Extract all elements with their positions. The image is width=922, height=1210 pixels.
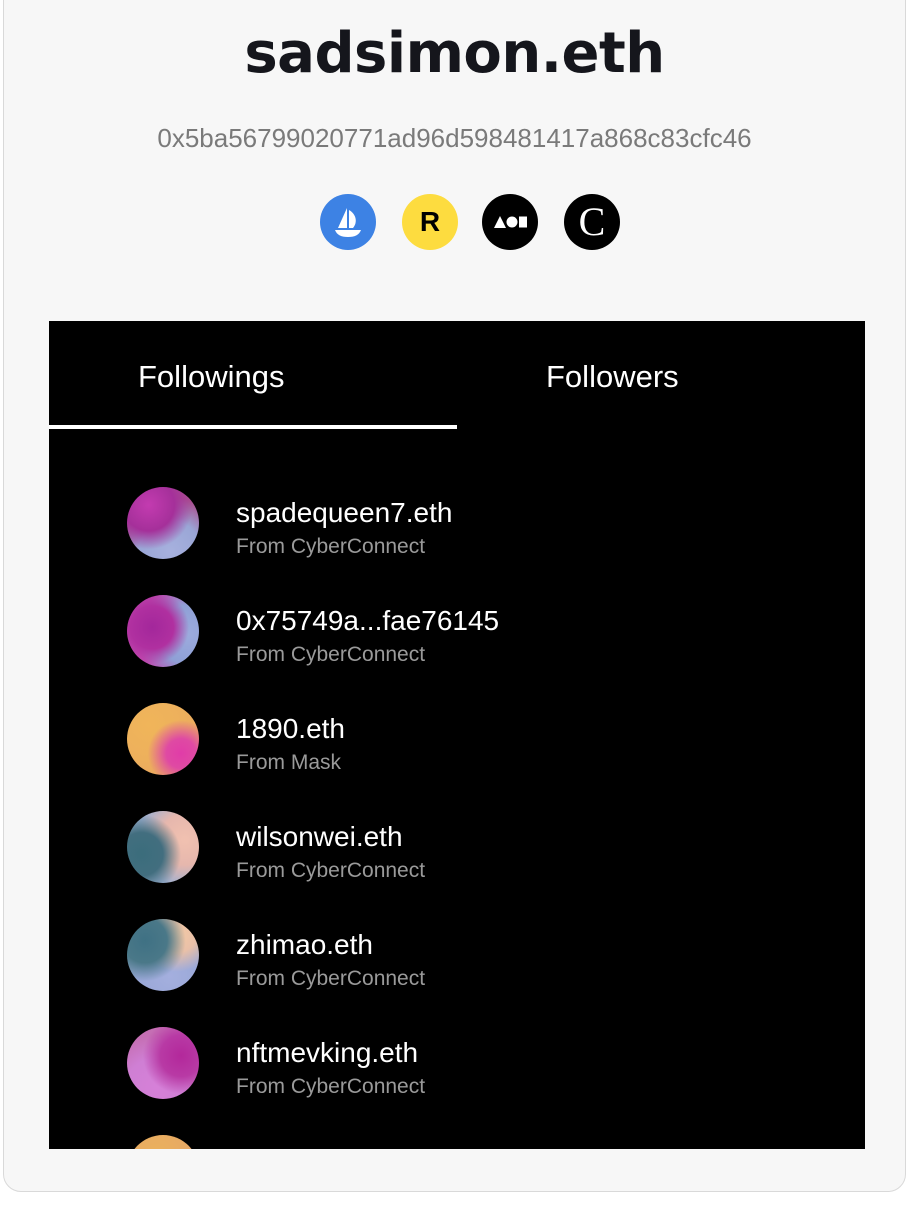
avatar xyxy=(127,1135,199,1149)
user-name: wilsonwei.eth xyxy=(236,821,403,852)
list-item[interactable]: zhimao.eth From CyberConnect xyxy=(49,919,865,1027)
context-glyph: C xyxy=(578,199,606,244)
opensea-icon[interactable] xyxy=(320,194,376,250)
user-name: zhimao.eth xyxy=(236,929,373,960)
tab-followings[interactable]: Followings xyxy=(49,321,457,429)
connections-tabs: Followings Followers xyxy=(49,321,865,429)
social-links: R C xyxy=(4,194,905,252)
user-name: 0x75749a...fae76145 xyxy=(236,605,500,636)
list-item[interactable]: 0x75749a...fae76145 From CyberConnect xyxy=(49,595,865,703)
avatar xyxy=(127,595,199,667)
tab-followers-label: Followers xyxy=(546,359,679,394)
user-name: nftmevking.eth xyxy=(236,1037,419,1068)
avatar xyxy=(127,919,199,991)
user-source: From CyberConnect xyxy=(236,1075,426,1098)
user-name: 1890.eth xyxy=(236,713,345,744)
avatar xyxy=(127,487,199,559)
list-item[interactable]: wilsonwei.eth From CyberConnect xyxy=(49,811,865,919)
tab-followers[interactable]: Followers xyxy=(457,321,865,429)
avatar xyxy=(127,811,199,883)
wallet-address[interactable]: 0x5ba56799020771ad96d598481417a868c83cfc… xyxy=(4,123,905,154)
user-name: spadequeen7.eth xyxy=(236,497,453,528)
list-item[interactable]: nftmevking.eth From CyberConnect xyxy=(49,1027,865,1135)
list-item[interactable] xyxy=(49,1135,865,1149)
list-item[interactable]: spadequeen7.eth From CyberConnect xyxy=(49,487,865,595)
connections-panel: Followings Followers spadequeen7.eth Fro… xyxy=(49,321,865,1149)
user-source: From CyberConnect xyxy=(236,535,426,558)
profile-card: sadsimon.eth 0x5ba56799020771ad96d598481… xyxy=(3,0,906,1192)
user-source: From CyberConnect xyxy=(236,643,426,666)
user-source: From CyberConnect xyxy=(236,859,426,882)
avatar xyxy=(127,703,199,775)
context-icon[interactable]: C xyxy=(564,194,620,250)
list-item[interactable]: 1890.eth From Mask xyxy=(49,703,865,811)
tab-followings-label: Followings xyxy=(138,359,285,394)
profile-name: sadsimon.eth xyxy=(244,21,665,86)
rarible-icon[interactable]: R xyxy=(402,194,458,250)
foundation-icon[interactable] xyxy=(482,194,538,250)
rarible-glyph: R xyxy=(419,206,441,237)
avatar xyxy=(127,1027,199,1099)
user-source: From CyberConnect xyxy=(236,967,426,990)
user-source: From Mask xyxy=(236,751,341,774)
